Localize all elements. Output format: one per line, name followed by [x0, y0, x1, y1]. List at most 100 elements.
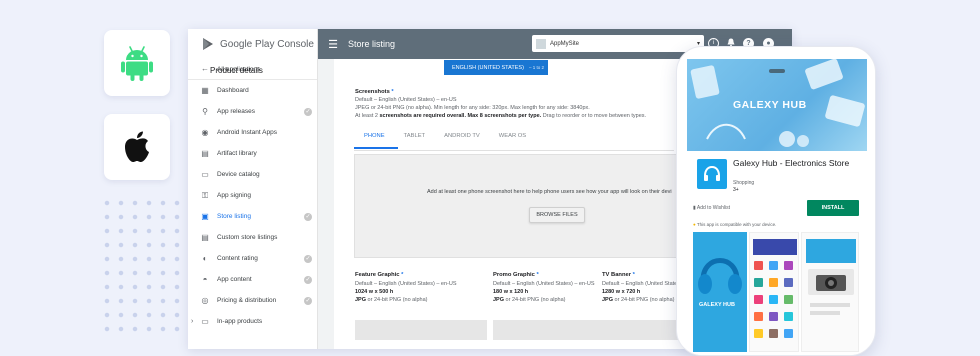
sidebar-item-label: Content rating: [217, 255, 258, 262]
tab-phone[interactable]: PHONE: [354, 133, 398, 149]
category-tile: [784, 329, 793, 338]
graphic-locale: Default – English (United States) – en-U…: [355, 281, 457, 287]
category-tile: [754, 295, 763, 304]
sidebar-item-custom-store-listings[interactable]: ▤ Custom store listings: [188, 227, 317, 248]
sidebar-item-artifact-library[interactable]: ▤ Artifact library: [188, 143, 317, 164]
check-circle-icon: ✓: [304, 275, 312, 284]
android-icon: [121, 46, 153, 81]
browse-files-button[interactable]: BROWSE FILES: [529, 207, 585, 223]
rating-icon: ◐: [202, 253, 208, 263]
sidebar-item-device-catalog[interactable]: ▭ Device catalog: [188, 164, 317, 185]
page-title: Store listing: [348, 39, 396, 49]
screenshots-label: Screenshots *: [355, 89, 394, 95]
graphic-title: Feature Graphic *: [355, 272, 404, 278]
check-circle-icon: ✓: [304, 107, 312, 116]
screenshot-label: GALEXY HUB: [699, 302, 735, 308]
graphic-size: 180 w x 120 h: [493, 289, 529, 295]
tab-wear-os[interactable]: WEAR OS: [499, 133, 539, 149]
sidebar-item-app-releases[interactable]: ⚲ App releases ✓: [188, 101, 317, 122]
hamburger-menu-icon[interactable]: ☰: [318, 38, 348, 51]
sidebar-item-label: Android Instant Apps: [217, 129, 277, 136]
app-selector[interactable]: AppMySite ▾: [532, 35, 704, 52]
decorative-dot-grid: [100, 196, 190, 338]
category-tile: [754, 261, 763, 270]
install-button[interactable]: INSTALL: [807, 200, 859, 216]
category-tile: [754, 329, 763, 338]
screenshot-drop-zone[interactable]: Add at least one phone screenshot here t…: [354, 154, 684, 258]
graphic-upload-box[interactable]: [602, 320, 682, 340]
tabs-divider: [354, 150, 674, 151]
screenshots-requirements: JPEG or 24-bit PNG (no alpha). Min lengt…: [355, 105, 590, 111]
category-tile: [769, 278, 778, 287]
chevron-right-icon: ›: [191, 318, 194, 325]
sidebar-item-label: Store listing: [217, 213, 251, 220]
phone-mockup: GALEXY HUB Galexy Hub - Electronics Stor…: [676, 46, 876, 356]
category-tile: [754, 278, 763, 287]
check-circle-icon: ✓: [304, 254, 312, 263]
sidebar-item-pricing-distribution[interactable]: ◎ Pricing & distribution ✓: [188, 290, 317, 311]
screenshots-rules: At least 2 screenshots are required over…: [355, 113, 647, 119]
text-line: [810, 303, 850, 307]
sidebar-item-label: In-app products: [217, 318, 263, 325]
apple-card[interactable]: [104, 114, 170, 180]
store-icon: ▣: [201, 211, 209, 221]
sidebar-item-label: Custom store listings: [217, 234, 278, 241]
compatibility-note: ● This app is compatible with your devic…: [693, 222, 777, 227]
category-tile: [784, 312, 793, 321]
category-tile: [784, 261, 793, 270]
tab-android-tv[interactable]: ANDROID TV: [444, 133, 493, 149]
sidebar-item-android-instant-apps[interactable]: ◉ Android Instant Apps: [188, 122, 317, 143]
library-icon: ▤: [201, 148, 209, 158]
android-card[interactable]: [104, 30, 170, 96]
graphic-locale: Default – English (United States) – en-U…: [493, 281, 595, 287]
sidebar-item-label: Artifact library: [217, 150, 257, 157]
sidebar-item-content-rating[interactable]: ◐ Content rating ✓: [188, 248, 317, 269]
key-icon: ⚿: [201, 190, 209, 200]
graphic-upload-box[interactable]: [355, 320, 487, 340]
headphones-product-icon: [698, 258, 742, 294]
check-circle-icon: ✓: [304, 296, 312, 305]
store-screenshot-2[interactable]: [749, 232, 799, 352]
category-tile: [769, 295, 778, 304]
check-circle-icon: ✓: [304, 212, 312, 221]
sidebar-item-label: Pricing & distribution: [217, 297, 277, 304]
card-icon: ▭: [201, 316, 209, 326]
category-tile: [784, 295, 793, 304]
device-icon: ▭: [201, 169, 209, 179]
language-button-label: ENGLISH (UNITED STATES): [452, 64, 524, 71]
category-tile: [754, 312, 763, 321]
bolt-icon: ◉: [201, 127, 209, 137]
camera-product-image: [808, 269, 854, 295]
graphic-format: JPG or 24-bit PNG (no alpha): [355, 297, 428, 303]
tab-tablet[interactable]: TABLET: [404, 133, 438, 149]
text-line: [810, 311, 840, 315]
sidebar-item-in-app-products[interactable]: › ▭ In-app products: [188, 311, 317, 332]
apple-icon: [125, 131, 149, 162]
screenshot-banner: [806, 239, 856, 263]
graphic-format: JPG or 24-bit PNG (no alpha): [602, 297, 675, 303]
sidebar-item-store-listing[interactable]: ▣ Store listing ✓: [188, 206, 317, 227]
category-tile: [769, 329, 778, 338]
graphic-size: 1024 w x 500 h: [355, 289, 394, 295]
store-screenshot-1[interactable]: GALEXY HUB: [693, 232, 747, 352]
sidebar-item-label: Dashboard: [217, 87, 249, 94]
graphic-title: TV Banner *: [602, 272, 635, 278]
wishlist-link[interactable]: ▮ Add to Wishlist: [693, 205, 730, 211]
device-tabs: PHONE TABLET ANDROID TV WEAR OS: [354, 133, 545, 149]
app-icon: [697, 159, 727, 189]
globe-icon: ◎: [201, 295, 209, 305]
phone-screen: GALEXY HUB Galexy Hub - Electronics Stor…: [687, 59, 867, 355]
language-button[interactable]: ENGLISH (UNITED STATES) – 1 to 2: [444, 60, 548, 75]
screenshot-banner: [753, 239, 797, 255]
sidebar: Google Play Console ← All applications ▦…: [188, 29, 318, 349]
star-icon: ●: [693, 222, 696, 227]
store-hero-banner: GALEXY HUB: [687, 59, 867, 151]
sidebar-item-app-content[interactable]: ◓ App content ✓: [188, 269, 317, 290]
custom-listing-icon: ▤: [201, 232, 209, 242]
language-count: – 1 to 2: [528, 65, 544, 70]
sidebar-item-app-signing[interactable]: ⚿ App signing: [188, 185, 317, 206]
store-screenshot-3[interactable]: [801, 232, 859, 352]
app-selector-value: AppMySite: [550, 40, 580, 47]
sidebar-item-dashboard[interactable]: ▦ Dashboard: [188, 80, 317, 101]
graphic-format: JPG or 24-bit PNG (no alpha): [493, 297, 566, 303]
